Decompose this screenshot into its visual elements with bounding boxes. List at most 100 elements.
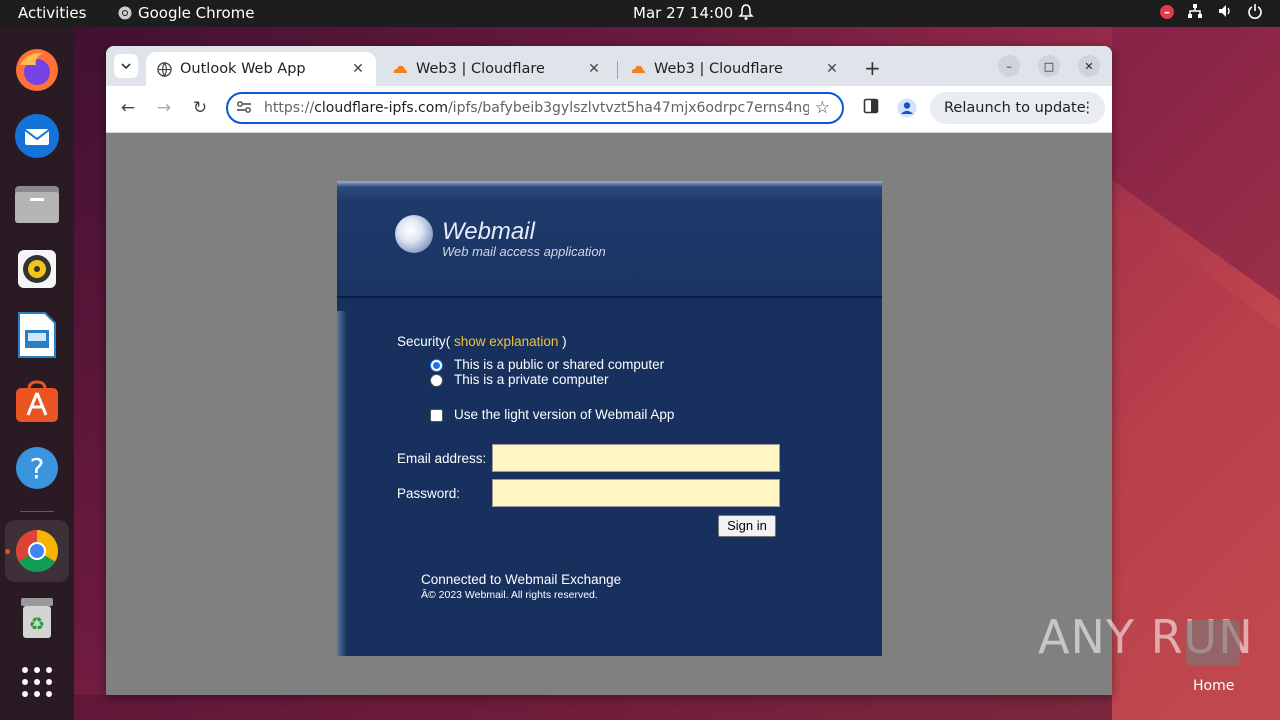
recording-indicator-icon: – bbox=[1160, 5, 1174, 19]
private-computer-label: This is a private computer bbox=[454, 372, 609, 387]
tab-strip: Outlook Web App ✕ Web3 | Cloudflare ✕ We… bbox=[106, 46, 1112, 86]
dock-firefox[interactable] bbox=[5, 39, 69, 101]
thunderbird-icon bbox=[15, 114, 59, 158]
svg-text:♻: ♻ bbox=[29, 614, 45, 635]
libreoffice-writer-icon bbox=[18, 312, 56, 358]
webmail-header: Webmail Web mail access application bbox=[337, 181, 882, 298]
light-version-checkbox[interactable] bbox=[430, 409, 443, 422]
dock-writer[interactable] bbox=[5, 304, 69, 366]
email-field[interactable] bbox=[492, 444, 780, 472]
tab-separator bbox=[617, 61, 618, 79]
dock-app-center[interactable] bbox=[5, 370, 69, 432]
notification-bell-icon[interactable] bbox=[738, 3, 754, 25]
private-computer-radio[interactable] bbox=[430, 374, 443, 387]
webmail-login-panel: Webmail Web mail access application Secu… bbox=[337, 181, 882, 656]
email-label: Email address: bbox=[397, 451, 487, 466]
url-path: /ipfs/bafybeib3gylszlvtvzt5ha47mjx6odrpc… bbox=[447, 100, 809, 116]
tab-label: Outlook Web App bbox=[180, 61, 306, 77]
relaunch-update-button[interactable]: Relaunch to update ⋮ bbox=[930, 92, 1105, 124]
webmail-title: Webmail bbox=[442, 218, 535, 245]
home-folder-icon[interactable] bbox=[1186, 620, 1240, 666]
dock-chrome[interactable] bbox=[5, 520, 69, 582]
chevron-down-icon bbox=[121, 63, 131, 70]
window-close-button[interactable]: ✕ bbox=[1078, 55, 1100, 77]
dock-thunderbird[interactable] bbox=[5, 105, 69, 167]
address-bar[interactable]: https://cloudflare-ipfs.com/ipfs/bafybei… bbox=[226, 92, 844, 124]
activities-button[interactable]: Activities bbox=[18, 4, 86, 22]
url-text: https://cloudflare-ipfs.com/ipfs/bafybei… bbox=[264, 100, 809, 116]
webmail-globe-logo bbox=[395, 215, 433, 253]
reload-icon[interactable]: ↻ bbox=[190, 98, 210, 118]
power-icon bbox=[1246, 3, 1264, 21]
page-viewport: Webmail Web mail access application Secu… bbox=[106, 133, 1112, 695]
dock: ? ♻ bbox=[0, 27, 74, 720]
dock-rhythmbox[interactable] bbox=[5, 238, 69, 300]
tab-outlook[interactable]: Outlook Web App ✕ bbox=[146, 52, 376, 86]
close-icon[interactable]: ✕ bbox=[586, 61, 602, 77]
tab-cloudflare-2[interactable]: Web3 | Cloudflare ✕ bbox=[620, 52, 850, 86]
side-panel-icon[interactable] bbox=[861, 98, 881, 118]
globe-icon bbox=[156, 61, 172, 77]
url-scheme: https:// bbox=[264, 100, 315, 116]
chrome-small-icon bbox=[118, 6, 132, 20]
maximize-button[interactable]: □ bbox=[1038, 55, 1060, 77]
cloudflare-icon bbox=[392, 61, 408, 77]
bookmark-star-icon[interactable]: ☆ bbox=[815, 98, 830, 118]
url-host: cloudflare-ipfs.com bbox=[314, 100, 448, 116]
dock-files[interactable] bbox=[5, 172, 69, 234]
show-apps-grid-icon bbox=[22, 667, 52, 697]
connected-text: Connected to Webmail Exchange bbox=[421, 572, 622, 587]
app-name: Google Chrome bbox=[138, 4, 255, 22]
cloudflare-icon bbox=[630, 61, 646, 77]
back-arrow-icon[interactable]: ← bbox=[118, 98, 138, 118]
panel-left-bar bbox=[337, 311, 347, 656]
tab-label: Web3 | Cloudflare bbox=[416, 61, 545, 77]
dock-separator bbox=[20, 511, 54, 512]
close-icon[interactable]: ✕ bbox=[824, 61, 840, 77]
app-center-icon bbox=[16, 380, 58, 422]
dock-running-indicator bbox=[5, 549, 10, 554]
network-icon bbox=[1186, 3, 1204, 21]
browser-toolbar: ← → ↻ https://cloudflare-ipfs.com/ipfs/b… bbox=[106, 86, 1112, 133]
light-version-label: Use the light version of Webmail App bbox=[454, 407, 675, 422]
clock[interactable]: Mar 27 14:00 bbox=[633, 4, 733, 22]
firefox-icon bbox=[16, 49, 58, 91]
new-tab-button[interactable]: + bbox=[864, 56, 881, 80]
show-explanation-link[interactable]: show explanation bbox=[454, 334, 558, 349]
help-icon: ? bbox=[16, 447, 58, 489]
public-computer-radio[interactable] bbox=[430, 359, 443, 372]
site-info-icon[interactable] bbox=[236, 100, 252, 118]
profile-avatar-icon[interactable] bbox=[897, 98, 917, 118]
rhythmbox-icon bbox=[18, 250, 56, 288]
volume-icon bbox=[1216, 3, 1234, 21]
svg-text:?: ? bbox=[30, 452, 45, 485]
security-label: Security( bbox=[397, 334, 451, 349]
password-field[interactable] bbox=[492, 479, 780, 507]
app-menu[interactable]: Google Chrome bbox=[118, 4, 255, 22]
security-line: Security( show explanation ) bbox=[397, 334, 567, 349]
close-icon[interactable]: ✕ bbox=[350, 61, 366, 77]
more-vert-icon[interactable]: ⋮ bbox=[1081, 92, 1096, 124]
sign-in-button[interactable]: Sign in bbox=[718, 515, 776, 537]
tab-cloudflare-1[interactable]: Web3 | Cloudflare ✕ bbox=[382, 52, 612, 86]
tab-label: Web3 | Cloudflare bbox=[654, 61, 783, 77]
top-bar: Activities Google Chrome Mar 27 14:00 – bbox=[0, 0, 1280, 27]
password-label: Password: bbox=[397, 486, 461, 501]
trash-icon: ♻ bbox=[21, 598, 53, 638]
webmail-subtitle: Web mail access application bbox=[442, 244, 606, 259]
copyright-text: Â© 2023 Webmail. All rights reserved. bbox=[421, 589, 598, 601]
minimize-button[interactable]: – bbox=[998, 55, 1020, 77]
relaunch-label: Relaunch to update bbox=[944, 100, 1086, 116]
browser-window: Outlook Web App ✕ Web3 | Cloudflare ✕ We… bbox=[106, 46, 1112, 695]
files-icon bbox=[15, 186, 59, 223]
dock-trash[interactable]: ♻ bbox=[5, 587, 69, 649]
public-computer-label: This is a public or shared computer bbox=[454, 357, 665, 372]
forward-arrow-icon[interactable]: → bbox=[154, 98, 174, 118]
dock-help[interactable]: ? bbox=[5, 437, 69, 499]
google-chrome-icon bbox=[15, 530, 59, 573]
dock-show-apps[interactable] bbox=[5, 651, 69, 713]
home-label: Home bbox=[1193, 678, 1235, 694]
tab-search-button[interactable] bbox=[114, 54, 138, 78]
system-tray[interactable]: – bbox=[1160, 3, 1264, 21]
security-suffix: ) bbox=[562, 334, 567, 349]
